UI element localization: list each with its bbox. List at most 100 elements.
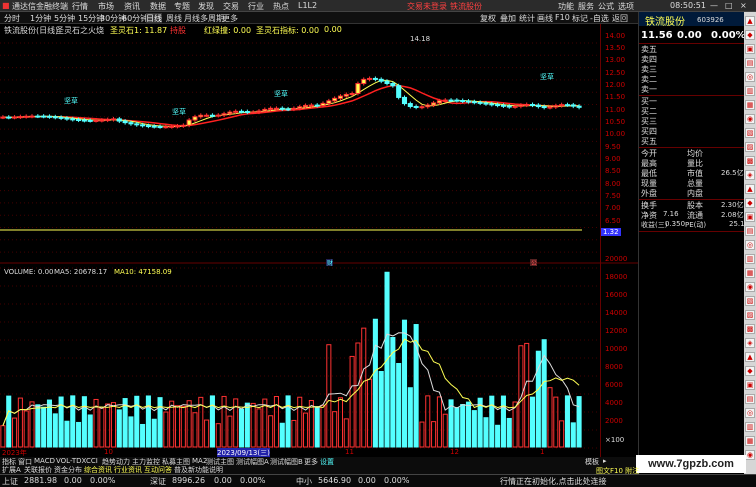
toolbar-icon[interactable]: ▦ — [745, 268, 755, 278]
candle-body — [174, 125, 181, 128]
volume-bar — [157, 397, 163, 448]
toolbar-icon[interactable]: ▥ — [745, 422, 755, 432]
stock-tag-link[interactable]: 铁流股份 — [450, 1, 482, 12]
toolbar-icon[interactable]: ▨ — [745, 310, 755, 320]
toolbar-icon[interactable]: ▨ — [745, 142, 755, 152]
toolbar-icon[interactable]: ▤ — [745, 394, 755, 404]
mark-button[interactable]: 标记 — [572, 13, 588, 24]
zx-index-value: 5646.90 — [318, 476, 352, 485]
toolbar-icon[interactable]: ◆ — [745, 198, 755, 208]
toolbar-icon[interactable]: ◆ — [745, 30, 755, 40]
menu-shuju[interactable]: 数据 — [150, 1, 166, 12]
period-1min[interactable]: 1分钟 — [30, 13, 51, 24]
period-daily[interactable]: 日线 — [146, 13, 162, 24]
toolbar-icon[interactable]: ▩ — [745, 324, 755, 334]
mkt-cap-value: 26.5亿 — [721, 169, 744, 177]
toolbar-icon[interactable]: ▲ — [745, 16, 755, 26]
sh-index-label[interactable]: 上证 — [2, 476, 18, 487]
candle-body — [396, 85, 402, 98]
info-tabs: 扩展A 关联报价 资金分布 综合资讯 行业资讯 互动问答 普及新功能说明 — [0, 465, 638, 474]
tab-ma2[interactable]: MA2 — [192, 457, 207, 465]
kline-chart[interactable]: 14.18 坚草 坚草 坚草 坚草 财 公 VOLUME: 0.00 MA5: … — [0, 35, 638, 457]
period-fenshi[interactable]: 分时 — [4, 13, 20, 24]
price-tick: 7.00 — [605, 204, 621, 212]
menu-zixun[interactable]: 资讯 — [124, 1, 140, 12]
menu-gongneng[interactable]: 功能 — [558, 1, 574, 12]
back-button[interactable]: 返回 — [612, 13, 628, 24]
candle-body — [134, 123, 140, 126]
toolbar-icon[interactable]: ▩ — [745, 156, 755, 166]
volume-bar — [116, 409, 122, 448]
maximize-icon[interactable]: □ — [725, 1, 733, 10]
f10-button[interactable]: F10 — [555, 13, 570, 22]
menu-gongshi[interactable]: 公式 — [598, 1, 614, 12]
zx-index-label[interactable]: 中小 — [296, 476, 312, 487]
tabs-scroll-icon[interactable]: ▸ — [603, 457, 607, 465]
overlay-button[interactable]: 叠加 — [500, 13, 516, 24]
draw-button[interactable]: 画线 — [537, 13, 553, 24]
menu-jiaoyi[interactable]: 交易 — [223, 1, 239, 12]
toolbar-icon[interactable]: ◉ — [745, 114, 755, 124]
pe-label: PE(动) — [685, 221, 707, 229]
toolbar-icon[interactable]: ◎ — [745, 72, 755, 82]
sz-index-label[interactable]: 深证 — [150, 476, 166, 487]
toolbar-icon[interactable]: ▣ — [745, 44, 755, 54]
tab-vol-tdx[interactable]: VOL-TDX — [56, 457, 86, 465]
toolbar-icon[interactable]: ▦ — [745, 436, 755, 446]
menu-shichang[interactable]: 市场 — [98, 1, 114, 12]
toolbar-icon[interactable]: ▤ — [745, 226, 755, 236]
toolbar-icon[interactable]: ▲ — [745, 352, 755, 362]
menu-hangqing[interactable]: 行情 — [72, 1, 88, 12]
stock-name: 铁流股份 — [645, 17, 685, 28]
period-60min[interactable]: 60分钟 — [122, 13, 148, 24]
toolbar-icon[interactable]: ◆ — [745, 366, 755, 376]
menu-hangye[interactable]: 行业 — [248, 1, 264, 12]
volume-bar — [564, 395, 570, 448]
toolbar-icon[interactable]: ◎ — [745, 240, 755, 250]
menu-xuanxiang[interactable]: 选项 — [618, 1, 634, 12]
period-monthly[interactable]: 月线 — [184, 13, 200, 24]
toolbar-icon[interactable]: ◈ — [745, 338, 755, 348]
toolbar-icon[interactable]: ▥ — [745, 254, 755, 264]
volume-bar — [419, 421, 425, 448]
fuquan-button[interactable]: 复权 — [480, 13, 496, 24]
period-5min[interactable]: 5分钟 — [54, 13, 75, 24]
toolbar-icon[interactable]: ▲ — [745, 184, 755, 194]
trade-login-link[interactable]: 交易未登录 — [407, 1, 447, 12]
minimize-icon[interactable]: — — [710, 1, 718, 10]
menu-fuwu[interactable]: 服务 — [578, 1, 594, 12]
tab-macd[interactable]: MACD — [34, 457, 55, 465]
period-toolbar: 分时 1分钟 5分钟 15分钟 30分钟 60分钟 日线 周线 月线 多周期 更… — [0, 12, 638, 24]
self-select-button[interactable]: -自选 — [590, 13, 609, 24]
toolbar-icon[interactable]: ◎ — [745, 408, 755, 418]
period-more[interactable]: 更多 — [222, 13, 238, 24]
candle-body — [367, 77, 373, 80]
volume-bar — [454, 407, 460, 448]
toolbar-icon[interactable]: ◉ — [745, 282, 755, 292]
candle-body — [436, 100, 442, 104]
period-multi[interactable]: 多周期 — [200, 13, 224, 24]
menu-redian[interactable]: 热点 — [273, 1, 289, 12]
toolbar-icon[interactable]: ▦ — [745, 100, 755, 110]
close-icon[interactable]: × — [740, 1, 747, 10]
toolbar-icon[interactable]: ▣ — [745, 380, 755, 390]
menu-zhuanti[interactable]: 专题 — [174, 1, 190, 12]
menu-l1l2[interactable]: L1L2 — [298, 1, 317, 10]
toolbar-icon[interactable]: ▥ — [745, 86, 755, 96]
toolbar-icon[interactable]: ▤ — [745, 58, 755, 68]
price-tick: 8.50 — [605, 167, 621, 175]
toolbar-icon[interactable]: ◉ — [745, 450, 755, 460]
candle-body — [303, 104, 309, 108]
toolbar-icon[interactable]: ◈ — [745, 170, 755, 180]
menu-faxian[interactable]: 发现 — [198, 1, 214, 12]
toolbar-icon[interactable]: ▣ — [745, 212, 755, 222]
toolbar-icon[interactable]: ▧ — [745, 128, 755, 138]
toolbar-icon[interactable]: ▧ — [745, 296, 755, 306]
period-weekly[interactable]: 周线 — [166, 13, 182, 24]
f10-note[interactable]: 图文F10 附注 — [596, 466, 639, 476]
candle-body — [221, 113, 227, 116]
tab-cci[interactable]: CCI — [86, 457, 98, 465]
stats-button[interactable]: 统计 — [519, 13, 535, 24]
candle-body — [570, 104, 576, 107]
connection-status[interactable]: 行情正在初始化,点击此处连接 — [500, 476, 607, 487]
